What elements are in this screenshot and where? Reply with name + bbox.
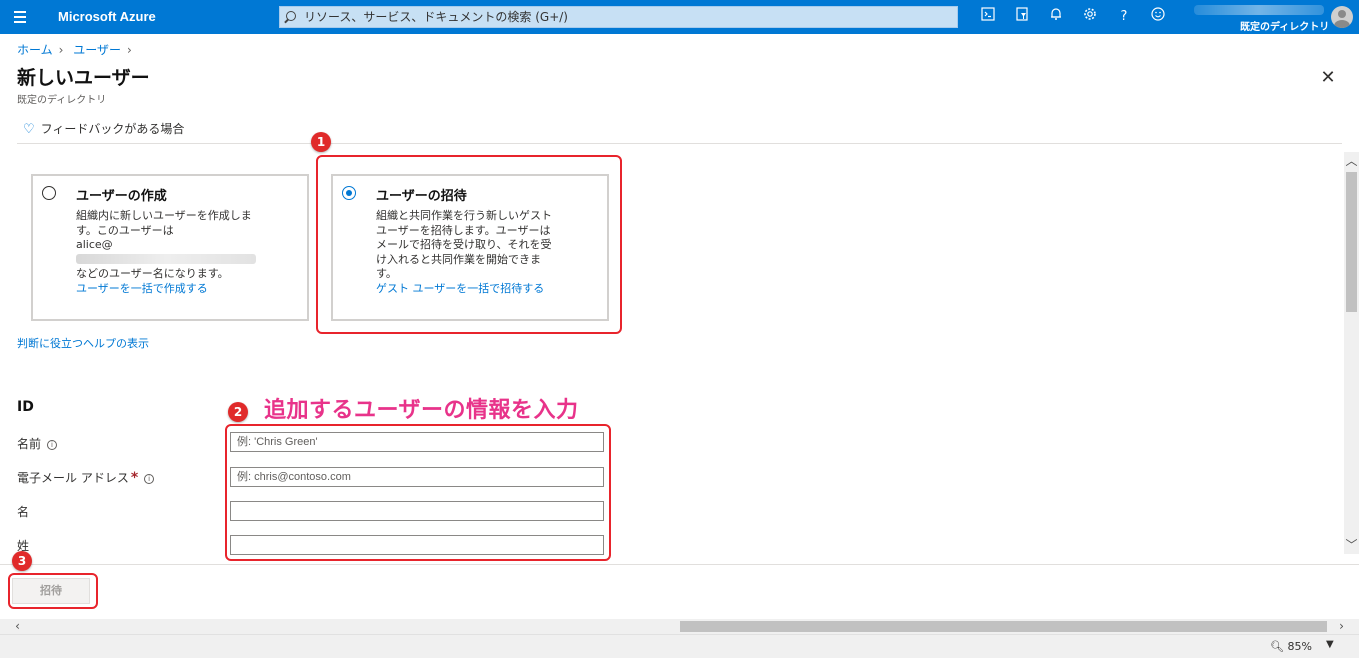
feedback-link[interactable]: ♡ フィードバックがある場合 xyxy=(23,120,184,137)
account-name-redacted[interactable] xyxy=(1194,5,1324,15)
page-subtitle: 既定のディレクトリ xyxy=(17,95,107,106)
top-bar: Microsoft Azure リソース、サービス、ドキュメントの検索 (G+/… xyxy=(0,0,1359,34)
footer-divider xyxy=(0,564,1359,565)
status-bar: 🔍︎ 85% ▼ xyxy=(0,634,1359,658)
search-icon xyxy=(286,11,296,21)
name-label-text: 名前 xyxy=(17,437,42,451)
breadcrumb-home[interactable]: ホーム xyxy=(17,43,53,57)
required-asterisk: * xyxy=(130,470,139,486)
horizontal-scroll-thumb[interactable] xyxy=(680,621,1327,632)
section-heading-id: ID xyxy=(17,399,34,415)
highlight-box-invite xyxy=(316,155,622,334)
step-badge-1: 1 xyxy=(311,132,331,152)
last-name-input[interactable] xyxy=(230,535,604,555)
step-badge-3: 3 xyxy=(12,551,32,571)
notifications-icon[interactable] xyxy=(1046,7,1066,27)
email-input[interactable] xyxy=(230,467,604,487)
chevron-right-icon: › xyxy=(58,43,64,57)
example-username-prefix: alice@ xyxy=(76,238,113,251)
info-icon[interactable]: i xyxy=(144,474,155,484)
create-desc-line: 組織内に新しいユーザーを作成しま xyxy=(76,209,252,222)
scroll-right-icon[interactable]: › xyxy=(1334,619,1349,633)
zoom-level[interactable]: 🔍︎ 85% xyxy=(1270,640,1312,653)
feedback-label: フィードバックがある場合 xyxy=(40,122,185,136)
create-user-description: 組織内に新しいユーザーを作成しま す。このユーザーは alice@ などのユーザ… xyxy=(76,209,266,296)
zoom-value: 85% xyxy=(1287,640,1312,653)
name-label: 名前 i xyxy=(17,435,58,452)
scroll-down-icon[interactable]: ﹀ xyxy=(1344,538,1359,552)
scroll-left-icon[interactable]: ‹ xyxy=(10,619,25,633)
radio-create-user[interactable] xyxy=(42,186,56,200)
highlight-box-invite-button xyxy=(8,573,98,609)
directory-label[interactable]: 既定のディレクトリ xyxy=(1240,18,1329,33)
breadcrumb: ホーム › ユーザー › xyxy=(17,41,138,58)
divider xyxy=(17,143,1342,144)
create-desc-line: alice@ xyxy=(76,238,266,267)
step-badge-2: 2 xyxy=(228,402,248,422)
chevron-right-icon: › xyxy=(127,43,132,57)
heart-icon: ♡ xyxy=(23,122,35,137)
directory-filter-icon[interactable] xyxy=(1012,7,1032,27)
settings-icon[interactable] xyxy=(1080,7,1100,27)
first-name-input[interactable] xyxy=(230,501,604,521)
annotation-callout: 追加するユーザーの情報を入力 xyxy=(264,398,579,423)
email-label-text: 電子メール アドレス xyxy=(17,471,129,485)
create-desc-line: す。このユーザーは xyxy=(76,223,174,237)
search-placeholder: リソース、サービス、ドキュメントの検索 (G+/) xyxy=(304,10,568,24)
redacted-domain xyxy=(76,253,256,264)
close-icon[interactable]: ✕ xyxy=(1320,69,1336,87)
global-search-input[interactable]: リソース、サービス、ドキュメントの検索 (G+/) xyxy=(279,6,958,28)
scroll-up-icon[interactable]: ︿ xyxy=(1344,154,1359,168)
zoom-icon: 🔍︎ xyxy=(1270,640,1284,653)
brand-title[interactable]: Microsoft Azure xyxy=(58,9,156,24)
first-name-label: 名 xyxy=(17,505,30,519)
info-icon[interactable]: i xyxy=(47,440,58,450)
feedback-smiley-icon[interactable] xyxy=(1148,7,1168,27)
vertical-scroll-thumb[interactable] xyxy=(1346,172,1357,312)
name-input[interactable] xyxy=(230,432,604,452)
breadcrumb-users[interactable]: ユーザー xyxy=(73,43,121,57)
option-card-create-user[interactable]: ユーザーの作成 組織内に新しいユーザーを作成しま す。このユーザーは alice… xyxy=(31,174,309,321)
email-label: 電子メール アドレス * i xyxy=(17,469,155,486)
avatar[interactable] xyxy=(1331,6,1353,28)
vertical-scrollbar[interactable]: ︿ ﹀ xyxy=(1344,152,1359,554)
cloud-shell-icon[interactable] xyxy=(978,7,998,27)
create-user-title: ユーザーの作成 xyxy=(76,189,167,204)
help-link[interactable]: 判断に役立つヘルプの表示 xyxy=(17,335,149,351)
help-icon[interactable]: ? xyxy=(1114,7,1134,27)
page-title: 新しいユーザー xyxy=(17,67,150,89)
bulk-create-link[interactable]: ユーザーを一括で作成する xyxy=(76,282,266,297)
zoom-dropdown-icon[interactable]: ▼ xyxy=(1326,639,1334,650)
create-desc-line: などのユーザー名になります。 xyxy=(76,267,229,280)
horizontal-scrollbar[interactable]: ‹ › xyxy=(0,619,1359,634)
menu-icon[interactable] xyxy=(10,6,30,28)
